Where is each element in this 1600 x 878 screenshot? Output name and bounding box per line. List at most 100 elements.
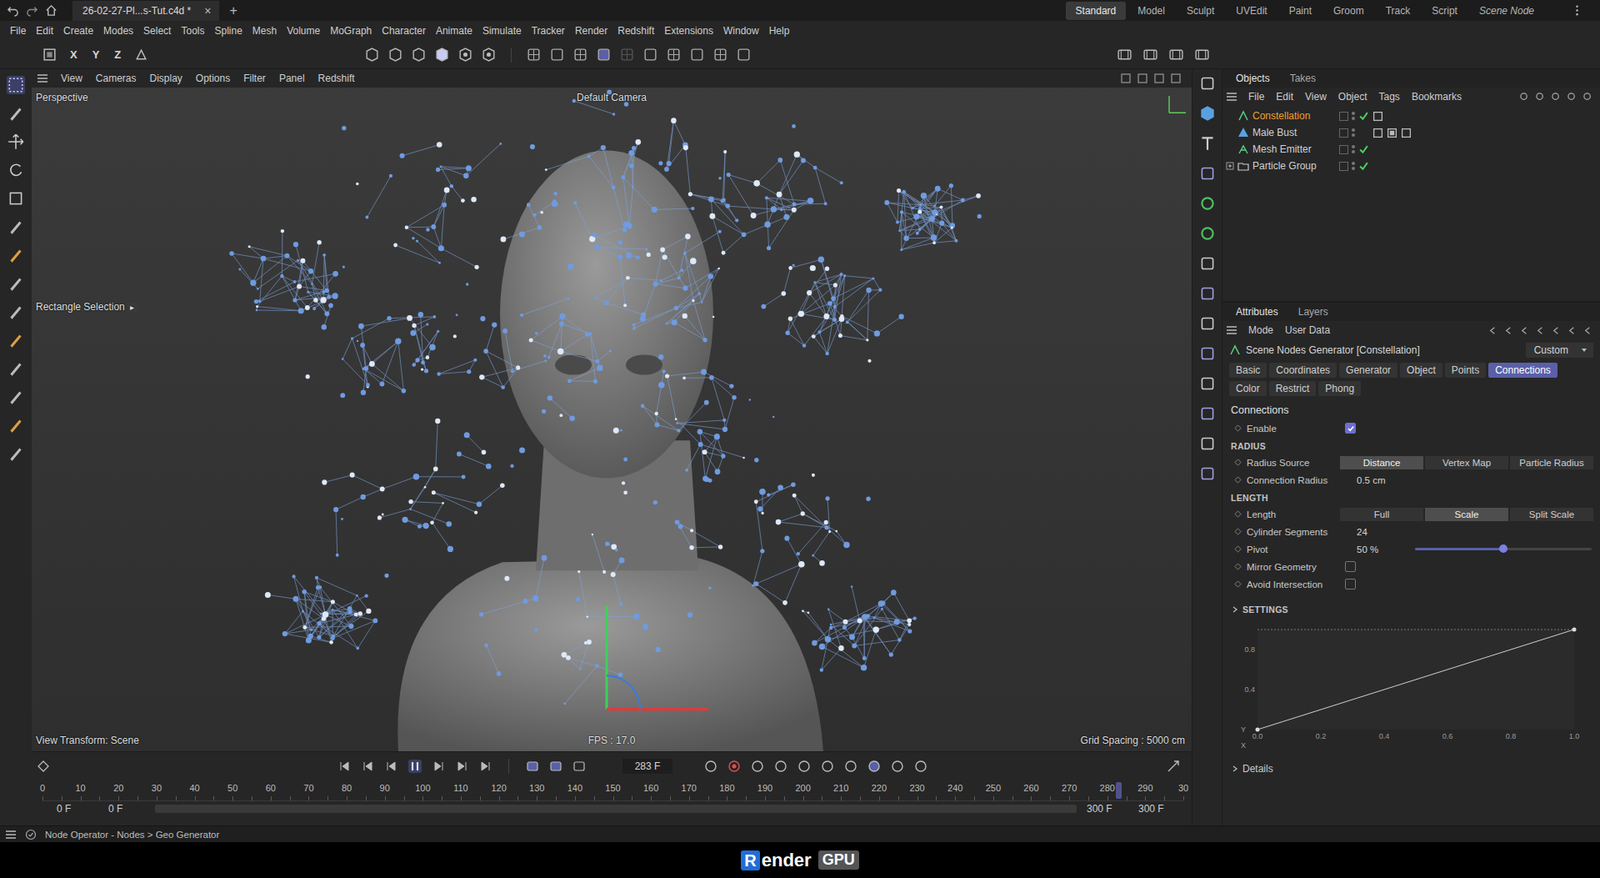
layout-tab[interactable]: Paint xyxy=(1279,1,1322,20)
grid-active-icon[interactable] xyxy=(595,46,612,63)
scene-icon[interactable] xyxy=(1198,404,1217,423)
home-icon[interactable] xyxy=(45,4,58,17)
magnet-icon[interactable] xyxy=(525,46,542,63)
layer-box[interactable] xyxy=(1339,145,1349,155)
next-key-icon[interactable] xyxy=(455,759,469,773)
text-icon[interactable] xyxy=(1198,134,1217,153)
keyframe-icon[interactable] xyxy=(1234,545,1242,553)
expand-icon[interactable] xyxy=(1225,128,1235,137)
layout-tab[interactable]: Scene Node xyxy=(1469,1,1545,20)
page-tab[interactable]: Generator xyxy=(1339,362,1398,378)
close-tab-button[interactable]: × xyxy=(204,4,211,18)
segment-button[interactable]: Distance xyxy=(1340,455,1424,470)
select-icon[interactable] xyxy=(6,75,25,95)
floor-icon[interactable] xyxy=(1198,434,1217,453)
search-icon[interactable] xyxy=(1582,91,1594,103)
loop-mode-icon[interactable] xyxy=(549,759,563,773)
pen-icon[interactable] xyxy=(6,302,25,321)
current-frame-field[interactable]: 283 F xyxy=(622,758,673,774)
paint-icon[interactable] xyxy=(6,415,25,435)
workplane-icon[interactable] xyxy=(665,46,682,63)
tag-icon[interactable] xyxy=(1372,127,1384,139)
nav-icon[interactable] xyxy=(1503,325,1515,336)
viewport-nav-icon[interactable] xyxy=(1136,72,1149,85)
loop-mode-icon[interactable] xyxy=(525,759,540,773)
redshift-icon[interactable] xyxy=(1194,46,1210,63)
layout-tab[interactable]: Model xyxy=(1127,1,1175,20)
last-icon[interactable] xyxy=(478,759,492,773)
menu-item[interactable]: Tools xyxy=(175,25,210,37)
preset-dropdown[interactable]: Custom xyxy=(1525,342,1594,358)
record-option-icon[interactable] xyxy=(820,759,835,773)
keyframe-icon[interactable] xyxy=(1234,424,1242,432)
prev-key-icon[interactable] xyxy=(361,759,375,773)
add-tab-button[interactable]: + xyxy=(225,3,240,19)
spline-pen-icon[interactable] xyxy=(6,387,25,406)
record-option-icon[interactable] xyxy=(914,759,928,773)
nav-icon[interactable] xyxy=(1487,325,1499,336)
menu-item[interactable]: MoGraph xyxy=(325,25,377,37)
search-icon[interactable] xyxy=(1550,91,1562,103)
menu-item[interactable]: Extensions xyxy=(659,25,719,37)
segment-button[interactable]: Scale xyxy=(1425,507,1509,521)
keyframe-icon[interactable] xyxy=(1234,562,1242,570)
menu-item[interactable]: Window xyxy=(718,25,765,37)
expand-icon[interactable] xyxy=(1225,145,1235,154)
length-curve-graph[interactable]: 0.80.40.00.20.40.60.81.0YX xyxy=(1234,620,1585,758)
move-icon[interactable] xyxy=(6,132,25,151)
menu-item[interactable]: Simulate xyxy=(477,25,527,37)
page-tab[interactable]: Color xyxy=(1229,380,1267,396)
object-row[interactable]: Male Bust xyxy=(1222,124,1600,141)
menu-item[interactable]: Spline xyxy=(209,25,247,37)
render-icon[interactable] xyxy=(1198,464,1217,483)
number-field[interactable]: 0.5 cm xyxy=(1340,474,1410,486)
first-icon[interactable] xyxy=(338,759,352,773)
knife-icon[interactable] xyxy=(6,274,25,293)
camera-icon[interactable] xyxy=(1198,74,1217,93)
object-row[interactable]: Particle Group xyxy=(1222,157,1600,175)
tool-arrow[interactable]: ▸ xyxy=(127,302,137,312)
nav-icon[interactable] xyxy=(1535,325,1546,336)
segment-button[interactable]: Split Scale xyxy=(1510,507,1594,521)
viewport-nav-icon[interactable] xyxy=(1153,72,1165,85)
cylinder-icon[interactable] xyxy=(387,46,404,63)
viewport-menu-item[interactable]: Display xyxy=(143,72,188,85)
details-group[interactable]: Details xyxy=(1222,757,1600,776)
nav-icon[interactable] xyxy=(1566,325,1578,336)
search-icon[interactable] xyxy=(1566,91,1578,103)
gear3-icon[interactable] xyxy=(689,46,705,63)
curve-point[interactable] xyxy=(1572,627,1577,632)
menu-icon[interactable] xyxy=(36,72,49,85)
menu-icon[interactable] xyxy=(5,828,17,840)
viewport-menu-item[interactable]: View xyxy=(55,72,89,85)
preview-start-field[interactable]: 0 F xyxy=(103,801,150,815)
viewport-menu-item[interactable]: Options xyxy=(190,72,236,85)
brush-icon[interactable] xyxy=(6,359,25,378)
axis-toggle[interactable]: Z xyxy=(111,48,124,61)
transform-icon[interactable] xyxy=(6,245,25,265)
panel-tab[interactable]: Attributes xyxy=(1227,304,1287,320)
range-start-field[interactable]: 0 F xyxy=(51,801,99,815)
attributes-menu-item[interactable]: User Data xyxy=(1279,324,1336,336)
axis-toggle[interactable]: Y xyxy=(90,48,103,61)
viewport-nav-icon[interactable] xyxy=(1120,72,1132,85)
scene-view[interactable]: PerspectiveDefault CameraRectangle Selec… xyxy=(31,87,1192,751)
pause-icon[interactable] xyxy=(408,759,422,773)
number-field[interactable]: 24 xyxy=(1340,525,1410,538)
checkbox[interactable] xyxy=(1345,578,1356,590)
keyframe-icon[interactable] xyxy=(36,759,50,773)
segment-button[interactable]: Vertex Map xyxy=(1425,455,1509,470)
light-icon[interactable] xyxy=(1198,314,1217,333)
checkbox[interactable] xyxy=(1345,422,1356,434)
viewport-menu-item[interactable]: Panel xyxy=(273,72,311,85)
tag-icon[interactable] xyxy=(1386,127,1398,139)
keyframe-icon[interactable] xyxy=(1234,580,1242,588)
preview-range-bar[interactable] xyxy=(155,804,1077,813)
sphere-icon[interactable] xyxy=(1198,374,1217,393)
objects-menu-item[interactable]: Edit xyxy=(1270,90,1300,103)
smooth-icon[interactable] xyxy=(6,444,25,463)
page-tab[interactable]: Phong xyxy=(1318,380,1361,396)
tag-icon[interactable] xyxy=(1400,127,1412,139)
live-select-icon[interactable] xyxy=(6,104,25,123)
menu-item[interactable]: Mesh xyxy=(247,25,282,37)
